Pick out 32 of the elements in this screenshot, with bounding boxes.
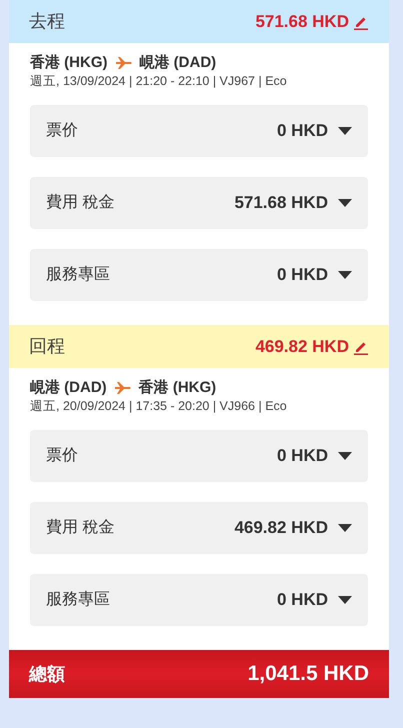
fare-label: 票价	[46, 446, 78, 466]
fare-row[interactable]: 服務專區 0 HKD	[30, 574, 368, 626]
destination-airport: 峴港 (DAD)	[140, 53, 216, 73]
fare-label: 服務專區	[46, 590, 110, 610]
fare-label: 票价	[46, 121, 78, 141]
fare-row[interactable]: 票价 0 HKD	[30, 105, 368, 157]
section-amount: 571.68 HKD	[255, 10, 349, 33]
fare-label: 費用 稅金	[46, 518, 114, 538]
total-label: 總額	[29, 662, 65, 686]
fare-amount: 0 HKD	[276, 589, 328, 612]
destination-airport: 香港 (HKG)	[138, 378, 216, 398]
origin-airport: 峴港 (DAD)	[30, 378, 107, 398]
fare-amount: 0 HKD	[276, 264, 328, 286]
flight-details: 週五, 20/09/2024 | 17:35 - 20:20 | VJ966 | Eco	[30, 398, 288, 414]
fare-amount: 571.68 HKD	[234, 192, 328, 214]
fare-row[interactable]: 費用 稅金 469.82 HKD	[30, 502, 368, 554]
airplane-icon	[114, 381, 131, 395]
section-title: 去程	[29, 10, 65, 33]
fare-row[interactable]: 服務專區 0 HKD	[30, 249, 368, 301]
total-amount: 1,041.5 HKD	[248, 661, 369, 688]
fare-label: 服務專區	[46, 264, 110, 285]
section-title: 回程	[29, 335, 65, 358]
fare-amount: 0 HKD	[276, 445, 328, 468]
fare-label: 費用 稅金	[46, 192, 114, 213]
fare-row[interactable]: 票价 0 HKD	[30, 430, 368, 482]
fare-amount: 0 HKD	[276, 120, 328, 142]
flight-details: 週五, 13/09/2024 | 21:20 - 22:10 | VJ967 | Eco	[30, 73, 288, 89]
origin-airport: 香港 (HKG)	[30, 53, 108, 73]
airplane-icon	[116, 56, 132, 70]
fare-row[interactable]: 費用 稅金 571.68 HKD	[30, 177, 368, 229]
section-amount: 469.82 HKD	[255, 336, 349, 358]
fare-amount: 469.82 HKD	[234, 517, 328, 540]
